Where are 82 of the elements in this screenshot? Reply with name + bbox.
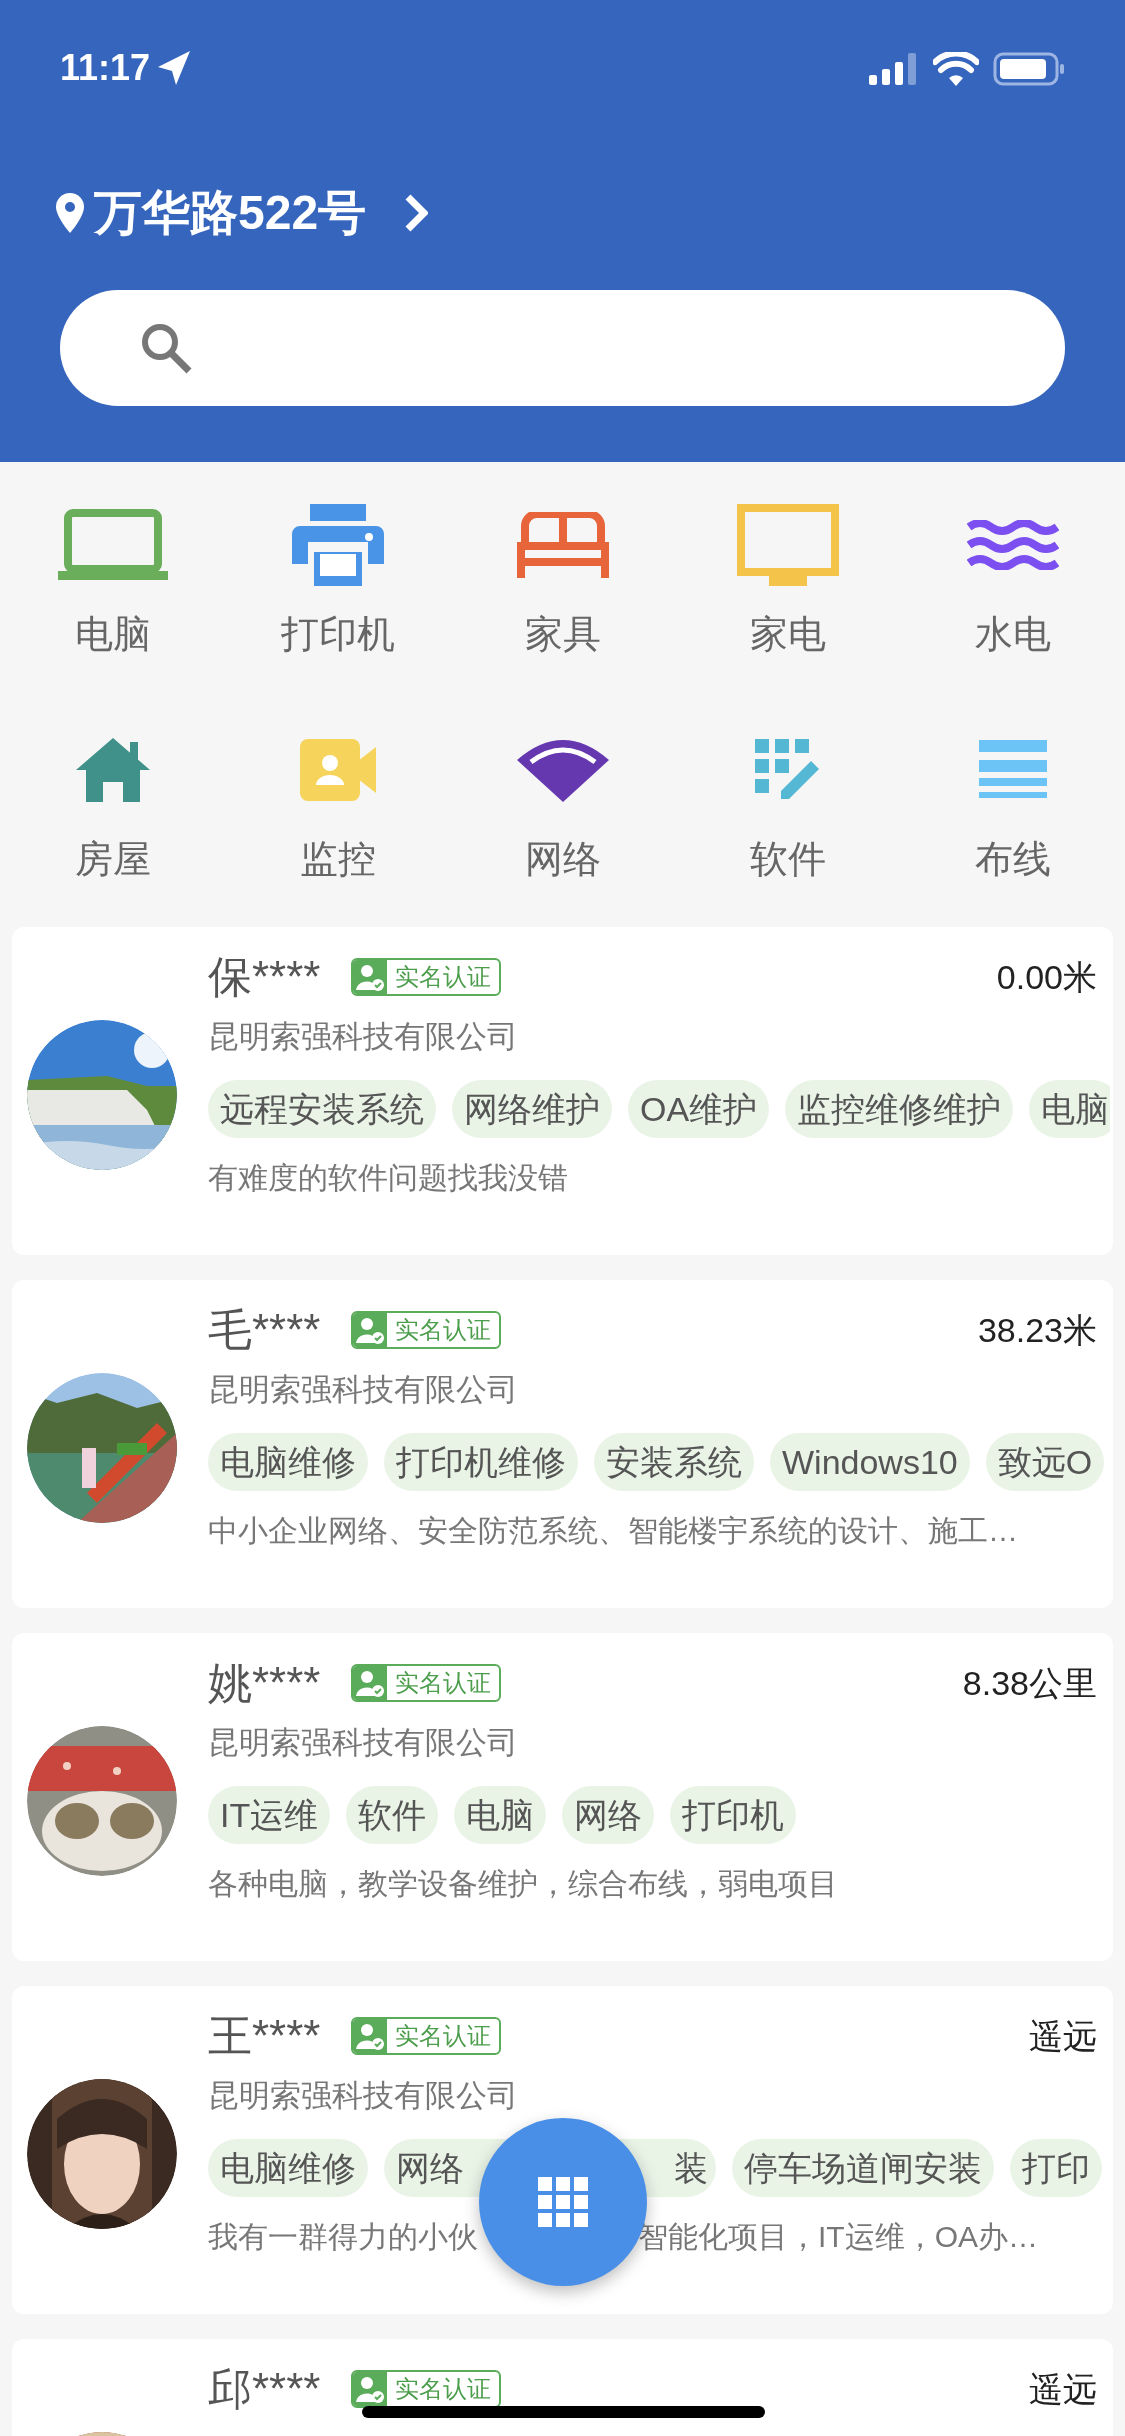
grid-pencil-icon <box>754 739 821 801</box>
skill-tag: 监控维修维护 <box>785 1080 1014 1138</box>
skill-tag: 软件 <box>346 1786 439 1844</box>
distance-text: 8.38公里 <box>962 1663 1097 1704</box>
monitor-icon <box>736 504 839 586</box>
verified-badge: 实名认证 <box>350 2017 501 2055</box>
provider-card[interactable]: 姚**** 实名认证 8.38公里 昆明索强科技有限公司 IT运维 软件 电脑 网络 打印机 各种电脑，教学设备维护，综合布线，弱电项目 <box>12 1633 1113 1961</box>
battery-icon <box>993 52 1065 86</box>
provider-name: 保**** <box>208 951 321 1003</box>
category-item[interactable]: 网络 <box>450 720 675 882</box>
description-text: 我有一群得力的小伙 <box>208 2219 478 2255</box>
distance-text: 0.00米 <box>996 957 1097 998</box>
status-time: 11:17 <box>60 46 151 90</box>
printer-icon <box>291 504 384 586</box>
location-arrow-icon <box>158 51 191 85</box>
laptop-icon <box>57 509 168 581</box>
wifi-icon <box>933 52 979 86</box>
distance-text: 38.23米 <box>977 1310 1097 1351</box>
verified-badge: 实名认证 <box>350 2370 501 2408</box>
verified-badge: 实名认证 <box>350 1311 501 1349</box>
description-text: 各种电脑，教学设备维护，综合布线，弱电项目 <box>208 1866 838 1902</box>
skill-tag: 网络 <box>562 1786 655 1844</box>
verified-user-icon <box>352 1666 387 1700</box>
verified-badge: 实名认证 <box>350 958 501 996</box>
signal-icon <box>869 53 919 85</box>
bed-icon <box>516 512 609 578</box>
skill-tag: 打印机维修 <box>384 1433 578 1491</box>
apps-grid-icon <box>538 2177 588 2227</box>
skill-tag: 电脑维修 <box>208 1433 368 1491</box>
video-camera-icon <box>299 739 376 801</box>
list-lines-icon <box>978 740 1047 800</box>
description-text: 中小企业网络、安全防范系统、智能楼宇系统的设计、施工… <box>208 1513 1018 1549</box>
address-text[interactable]: 万华路522号 <box>94 183 367 243</box>
description-text: 智能化项目，IT运维，OA办… <box>638 2219 1038 2255</box>
category-item[interactable]: 家电 <box>675 495 900 657</box>
category-item[interactable]: 监控 <box>225 720 450 882</box>
verified-badge: 实名认证 <box>350 1664 501 1702</box>
category-item[interactable]: 家具 <box>450 495 675 657</box>
provider-name: 毛**** <box>208 1304 321 1356</box>
company-name: 昆明索强科技有限公司 <box>208 1724 519 1762</box>
search-icon <box>140 322 192 374</box>
skill-tag: Windows10 <box>770 1433 970 1491</box>
house-icon <box>75 738 150 802</box>
description-text: 有难度的软件问题找我没错 <box>208 1160 568 1196</box>
category-item[interactable]: 布线 <box>900 720 1125 882</box>
verified-user-icon <box>352 2019 387 2053</box>
provider-card[interactable]: 毛**** 实名认证 38.23米 昆明索强科技有限公司 电脑维修 打印机维修 安装系统 Windows10 致远O 中小企业网络、安全防范系统、智能楼宇系统的设计、施工… <box>12 1280 1113 1608</box>
skill-tag: OA维护 <box>628 1080 770 1138</box>
distance-text: 遥远 <box>1029 2369 1097 2410</box>
company-name: 昆明索强科技有限公司 <box>208 2077 519 2115</box>
waves-icon <box>966 520 1059 570</box>
provider-card[interactable]: 保**** 实名认证 0.00米 昆明索强科技有限公司 远程安装系统 网络维护 OA维护 监控维修维护 电脑 有难度的软件问题找我没错 <box>12 927 1113 1255</box>
provider-card[interactable]: 王**** 实名认证 遥远 昆明索强科技有限公司 电脑维修 网络 装 停车场道闸安装 打印 我有一群得力的小伙 智能化项目，IT运维，OA办… <box>12 1986 1113 2314</box>
skill-tag: 电脑维修 <box>208 2139 368 2197</box>
location-pin-icon <box>56 193 84 233</box>
skill-tag: IT运维 <box>208 1786 331 1844</box>
category-item[interactable]: 电脑 <box>0 495 225 657</box>
verified-user-icon <box>352 1313 387 1347</box>
skill-tag: 安装系统 <box>594 1433 754 1491</box>
skill-tag: 致远O <box>985 1433 1105 1491</box>
company-name: 昆明索强科技有限公司 <box>208 1018 519 1056</box>
distance-text: 遥远 <box>1029 2016 1097 2057</box>
skill-tag: 停车场道闸安装 <box>732 2139 994 2197</box>
verified-user-icon <box>352 2372 387 2406</box>
category-item[interactable]: 房屋 <box>0 720 225 882</box>
category-item[interactable]: 软件 <box>675 720 900 882</box>
verified-user-icon <box>352 960 387 994</box>
skill-tag: 打印机 <box>670 1786 797 1844</box>
category-item[interactable]: 水电 <box>900 495 1125 657</box>
company-name: 昆明索强科技有限公司 <box>208 1371 519 1409</box>
skill-tag: 远程安装系统 <box>208 1080 436 1138</box>
provider-name: 姚**** <box>208 1657 321 1709</box>
skill-tag: 打印 <box>1010 2139 1102 2197</box>
provider-card[interactable]: 邱**** 实名认证 遥远 <box>12 2339 1113 2436</box>
skill-tag: 网络维护 <box>452 1080 612 1138</box>
chevron-right-icon[interactable] <box>404 193 429 233</box>
category-item[interactable]: 打印机 <box>225 495 450 657</box>
provider-name: 邱**** <box>208 2363 321 2415</box>
skill-tag: 电脑 <box>1029 1080 1110 1138</box>
provider-name: 王**** <box>208 2010 321 2062</box>
skill-tag: 电脑 <box>454 1786 547 1844</box>
wifi-icon <box>516 738 609 802</box>
